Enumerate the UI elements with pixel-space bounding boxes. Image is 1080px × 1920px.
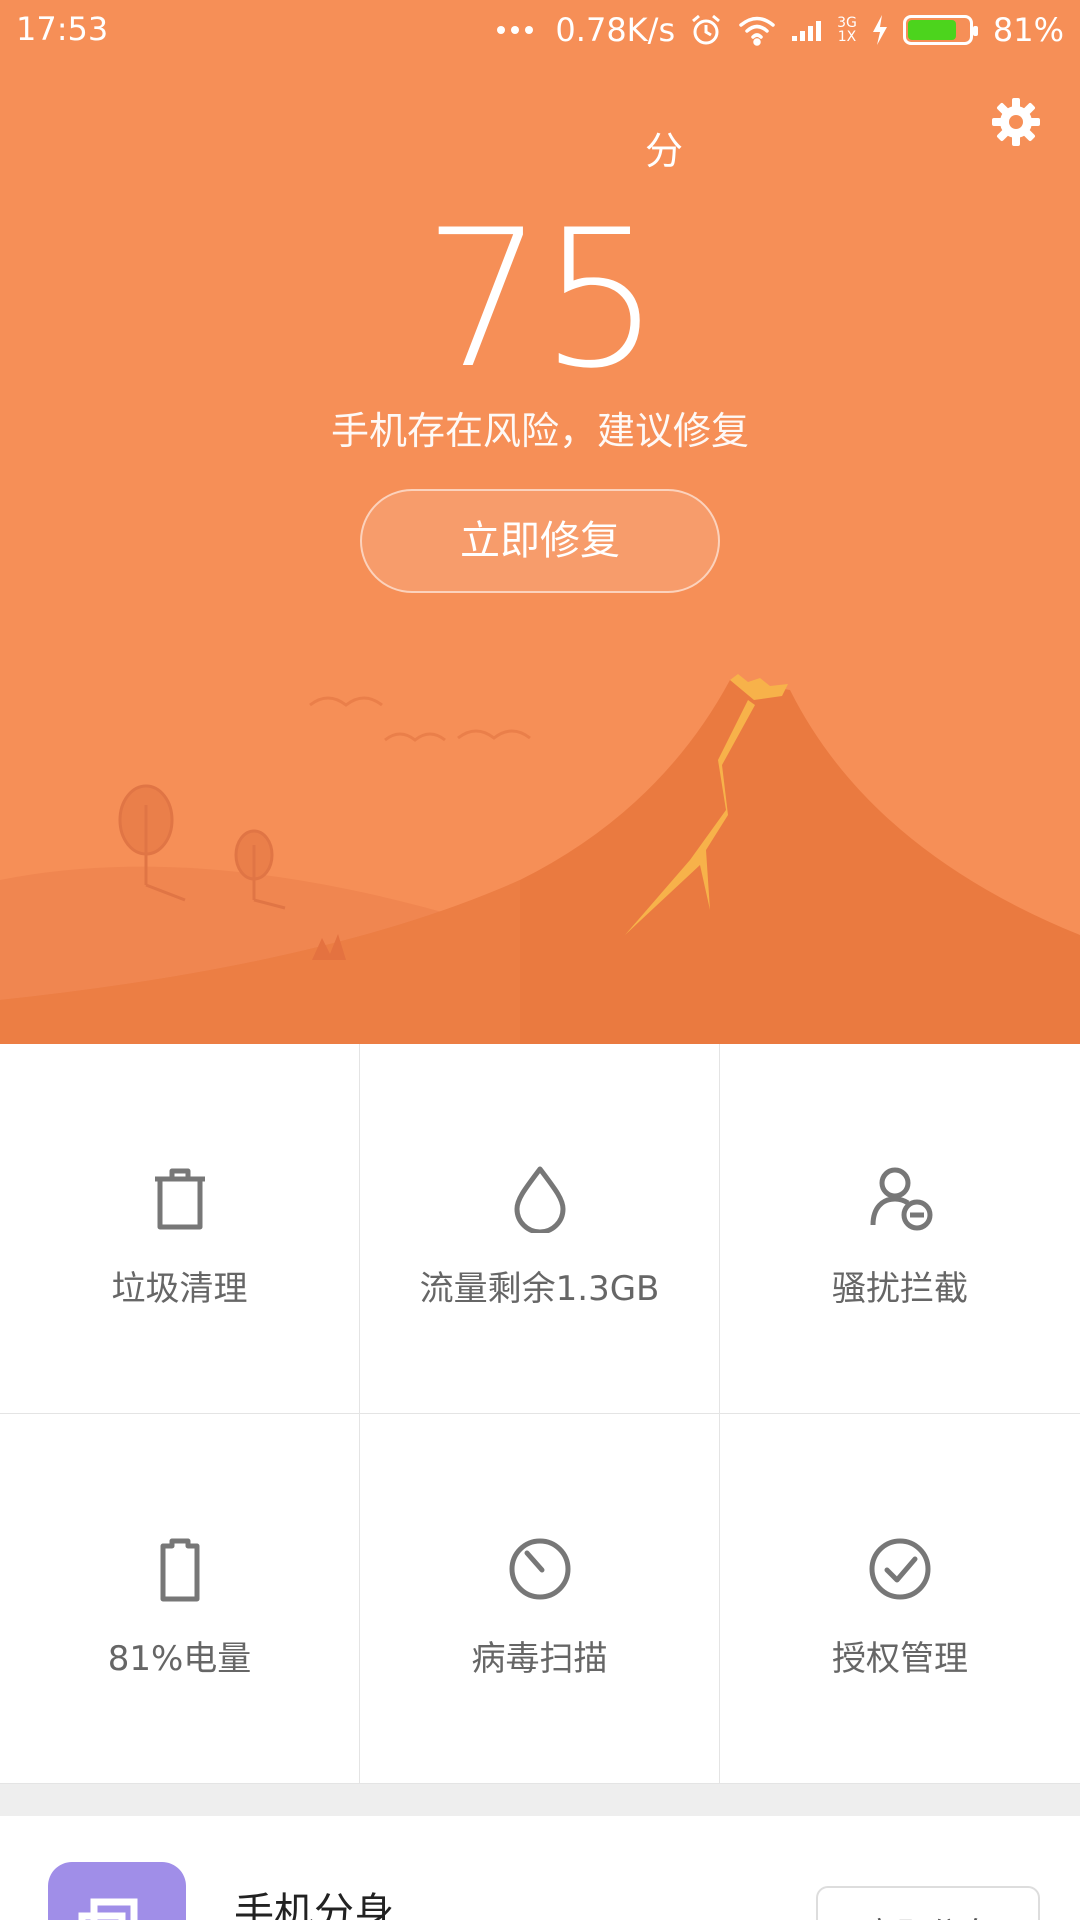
block-user-icon bbox=[870, 1167, 933, 1231]
battery-indicator bbox=[902, 15, 978, 45]
grid-item-label: 81%电量 bbox=[107, 1639, 252, 1679]
hero-section: 17:53 0.78K/s 3G 1X 81% 75 分 手机存在风险，建议修复… bbox=[0, 0, 1080, 1044]
charging-icon bbox=[872, 15, 887, 45]
grid-item-battery[interactable]: 81%电量 bbox=[0, 1414, 360, 1784]
network-speed: 0.78K/s bbox=[555, 11, 676, 49]
grid-item-virus-scan[interactable]: 病毒扫描 bbox=[360, 1414, 720, 1784]
network-type: 3G 1X bbox=[837, 16, 857, 44]
score-display: 75 bbox=[0, 189, 1080, 410]
health-score: 75 bbox=[423, 189, 661, 410]
card-title: 手机分身 bbox=[234, 1890, 394, 1920]
dual-app-card[interactable]: 手机分身 立即分身 bbox=[0, 1816, 1080, 1920]
section-divider bbox=[0, 1784, 1080, 1816]
battery-icon bbox=[160, 1538, 199, 1602]
signal-icon bbox=[792, 21, 822, 41]
alarm-icon bbox=[692, 14, 721, 45]
check-circle-icon bbox=[869, 1538, 931, 1600]
grid-item-data-usage[interactable]: 流量剩余1.3GB bbox=[360, 1044, 720, 1414]
status-time: 17:53 bbox=[16, 10, 109, 48]
feature-grid: 垃圾清理 流量剩余1.3GB 骚扰拦截 81%电量 病毒扫描 授权管理 bbox=[0, 1044, 1080, 1784]
network-type-bottom: 1X bbox=[837, 29, 857, 45]
battery-percent: 81% bbox=[992, 11, 1064, 49]
grid-item-harassment-block[interactable]: 骚扰拦截 bbox=[720, 1044, 1080, 1414]
fix-now-button[interactable]: 立即修复 bbox=[360, 489, 720, 593]
status-bar: 17:53 0.78K/s 3G 1X 81% bbox=[0, 0, 1080, 60]
dual-app-icon bbox=[48, 1862, 186, 1920]
score-unit: 分 bbox=[645, 129, 684, 173]
virus-scan-icon bbox=[509, 1538, 570, 1600]
droplet-icon bbox=[514, 1166, 565, 1233]
settings-gear-icon[interactable] bbox=[990, 96, 1042, 148]
risk-warning-text: 手机存在风险，建议修复 bbox=[330, 409, 749, 453]
grid-item-cleanup[interactable]: 垃圾清理 bbox=[0, 1044, 360, 1414]
grid-item-permissions[interactable]: 授权管理 bbox=[720, 1414, 1080, 1784]
network-type-top: 3G bbox=[837, 15, 857, 31]
battery-fill bbox=[907, 20, 957, 40]
grid-item-label: 骚扰拦截 bbox=[832, 1269, 968, 1309]
grid-item-label: 授权管理 bbox=[832, 1639, 968, 1679]
grid-item-label: 流量剩余1.3GB bbox=[419, 1269, 660, 1309]
trash-icon bbox=[154, 1168, 205, 1230]
more-notifications-icon bbox=[497, 26, 534, 34]
grid-item-label: 垃圾清理 bbox=[111, 1269, 248, 1309]
wifi-icon bbox=[739, 16, 775, 46]
dual-app-button[interactable]: 立即分身 bbox=[816, 1886, 1040, 1920]
grid-item-label: 病毒扫描 bbox=[471, 1639, 608, 1679]
